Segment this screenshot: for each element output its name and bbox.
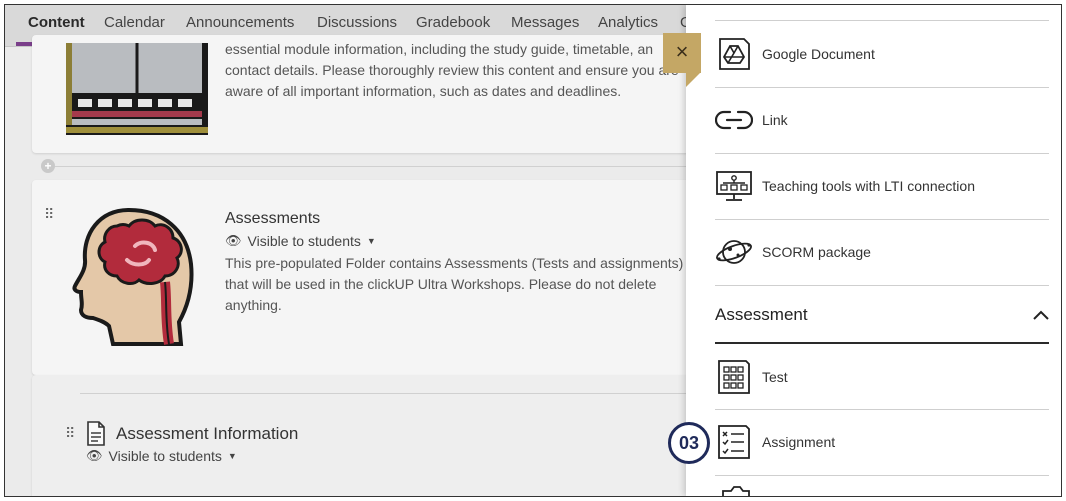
panel-item-link[interactable]: Link [715, 87, 1049, 153]
add-content-plus-icon[interactable]: + [41, 159, 55, 173]
assessment-info-visibility[interactable]: 👁 Visible to students ▼ [86, 448, 237, 464]
tab-announcements[interactable]: Announcements [186, 14, 294, 31]
add-content-panel: Google Document Link Teaching tools with… [686, 5, 1061, 496]
tab-analytics[interactable]: Analytics [598, 14, 658, 31]
visibility-label: Visible to students [108, 448, 222, 464]
panel-item-label: Assignment [762, 434, 836, 450]
tab-discussions[interactable]: Discussions [317, 14, 397, 31]
timetable-illustration-icon [66, 43, 208, 135]
panel-divider [715, 475, 1049, 476]
panel-item-label: Link [762, 112, 788, 128]
panel-item-label: Teaching tools with LTI connection [762, 178, 975, 194]
assessments-folder-card[interactable]: ⠿ Assessments 👁 Visible to students ▼ Th… [32, 180, 705, 375]
assessment-section-header[interactable]: Assessment [715, 288, 1049, 344]
caret-down-icon: ▼ [366, 236, 376, 246]
sub-item-divider [80, 393, 700, 394]
app-frame: Content Calendar Announcements Discussio… [4, 4, 1062, 497]
close-panel-button[interactable]: × [663, 33, 701, 73]
assessments-description: This pre-populated Folder contains Asses… [225, 255, 684, 313]
assessment-section-title: Assessment [715, 305, 808, 324]
step-number-badge: 03 [668, 422, 710, 464]
close-button-tail [686, 73, 700, 87]
google-drive-icon [715, 35, 753, 73]
tab-calendar[interactable]: Calendar [104, 14, 165, 31]
document-icon [87, 421, 105, 446]
course-content-area: Content Calendar Announcements Discussio… [5, 5, 705, 496]
tab-content[interactable]: Content [28, 14, 85, 31]
assessments-title[interactable]: Assessments [225, 210, 320, 228]
module-info-text: essential module information, including … [225, 41, 679, 99]
panel-item-label: Test [762, 369, 788, 385]
tab-messages[interactable]: Messages [511, 14, 579, 31]
lti-tool-icon [715, 167, 753, 205]
scorm-icon [715, 233, 753, 271]
assessments-visibility[interactable]: 👁 Visible to students ▼ [225, 233, 376, 249]
panel-item-label: Google Document [762, 46, 875, 62]
visibility-label: Visible to students [247, 233, 361, 249]
eye-icon: 👁 [225, 233, 242, 248]
caret-down-icon: ▼ [227, 451, 237, 461]
link-icon [715, 101, 753, 139]
panel-item-label: SCORM package [762, 244, 871, 260]
panel-item-assignment[interactable]: Assignment [715, 409, 1049, 475]
partial-panel-item-icon [722, 486, 750, 496]
brain-head-illustration-icon [72, 207, 194, 346]
assessment-info-title[interactable]: Assessment Information [116, 424, 298, 444]
drag-handle-icon[interactable]: ⠿ [65, 425, 75, 442]
tab-gradebook[interactable]: Gradebook [416, 14, 490, 31]
panel-item-scorm[interactable]: SCORM package [715, 219, 1049, 285]
drag-handle-icon[interactable]: ⠿ [44, 206, 54, 223]
panel-item-google-document[interactable]: Google Document [715, 21, 1049, 87]
panel-item-lti-tools[interactable]: Teaching tools with LTI connection [715, 153, 1049, 219]
chevron-up-icon[interactable] [1033, 307, 1049, 323]
module-info-card: essential module information, including … [32, 35, 705, 153]
panel-divider [715, 285, 1049, 286]
add-content-divider [43, 166, 705, 167]
assignment-icon [715, 423, 753, 461]
eye-icon: 👁 [86, 448, 103, 463]
panel-item-test[interactable]: Test [715, 344, 1049, 410]
test-icon [715, 358, 753, 396]
